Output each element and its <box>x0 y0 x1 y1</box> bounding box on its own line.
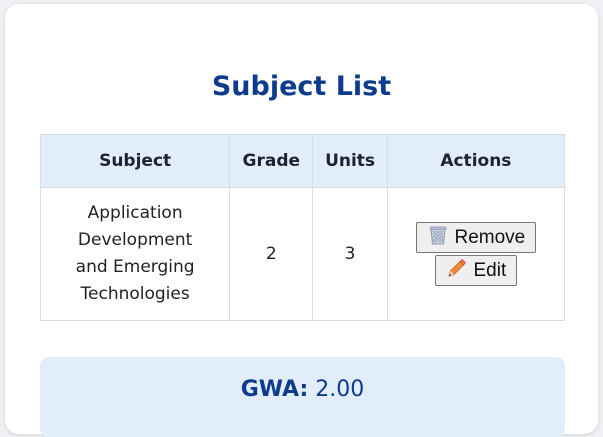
wastebasket-icon <box>427 224 449 252</box>
remove-button[interactable]: Remove <box>415 222 537 253</box>
edit-button-label: Edit <box>473 259 507 281</box>
gwa-text: GWA: 2.00 <box>40 377 565 402</box>
subjects-table: Subject Grade Units Actions Application … <box>39 134 566 321</box>
table-row: Application Development and Emerging Tec… <box>39 187 566 321</box>
subject-list-card: Subject List Subject Grade Units Actions… <box>5 4 598 437</box>
subject-name: Application Development and Emerging Tec… <box>75 203 195 304</box>
table-header-row: Subject Grade Units Actions <box>39 134 566 188</box>
page-title: Subject List <box>211 71 392 102</box>
row-actions: Remove Edit <box>394 222 558 286</box>
cell-units: 3 <box>312 187 388 321</box>
gwa-label: GWA: <box>240 377 309 402</box>
header-grade: Grade <box>229 134 314 188</box>
remove-button-label: Remove <box>454 226 526 248</box>
cell-actions: Remove Edit <box>386 187 566 321</box>
gwa-value: 2.00 <box>315 377 365 402</box>
header-units: Units <box>312 134 388 188</box>
pencil-icon <box>446 257 468 285</box>
cell-subject: Application Development and Emerging Tec… <box>39 187 231 321</box>
header-actions: Actions <box>386 134 566 188</box>
gwa-summary: GWA: 2.00 <box>40 357 565 437</box>
edit-button[interactable]: Edit <box>434 255 518 286</box>
cell-grade: 2 <box>229 187 314 321</box>
header-subject: Subject <box>39 134 231 188</box>
